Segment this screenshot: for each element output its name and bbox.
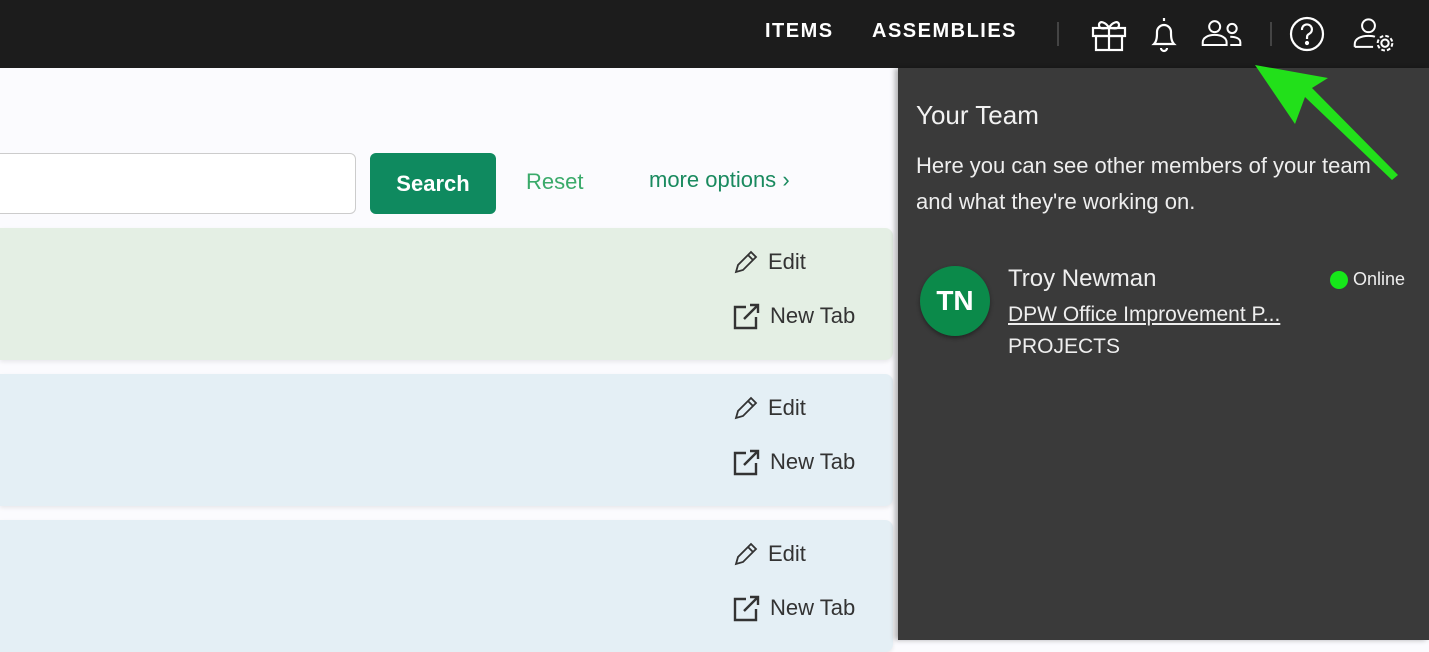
online-dot-icon (1330, 270, 1348, 289)
external-link-icon (733, 303, 760, 330)
more-options-link[interactable]: more options › (649, 167, 790, 193)
result-card: Edit New Tab (0, 374, 893, 506)
member-project-link[interactable]: DPW Office Improvement P... (1008, 303, 1280, 327)
search-button[interactable]: Search (370, 153, 496, 214)
edit-label: Edit (768, 249, 806, 274)
team-icon[interactable] (1200, 12, 1244, 56)
result-card: Edit New Tab (0, 520, 893, 652)
top-bar: ITEMS ASSEMBLIES (0, 0, 1429, 68)
member-project-type: PROJECTS (1008, 335, 1121, 358)
pencil-icon (734, 396, 758, 420)
divider (1057, 22, 1059, 46)
new-tab-button[interactable]: New Tab (732, 594, 855, 622)
bell-icon[interactable] (1142, 12, 1186, 56)
avatar: TN (920, 266, 990, 336)
user-settings-icon[interactable] (1352, 12, 1396, 56)
status-label: Online (1353, 269, 1406, 289)
new-tab-label: New Tab (770, 303, 856, 328)
new-tab-label: New Tab (770, 449, 856, 474)
chevron-right-icon: › (782, 167, 790, 192)
panel-title: Your Team (916, 100, 1039, 130)
new-tab-button[interactable]: New Tab (732, 302, 855, 330)
result-card: Edit New Tab (0, 228, 893, 360)
new-tab-label: New Tab (770, 595, 856, 620)
external-link-icon (733, 449, 760, 476)
status-badge: Online (1330, 269, 1405, 290)
pencil-icon (734, 250, 758, 274)
edit-button[interactable]: Edit (732, 248, 806, 276)
member-name: Troy Newman (1008, 265, 1157, 292)
nav-assemblies[interactable]: ASSEMBLIES (872, 20, 1017, 43)
nav-items[interactable]: ITEMS (765, 20, 834, 43)
edit-label: Edit (768, 395, 806, 420)
edit-button[interactable]: Edit (732, 540, 806, 568)
search-input[interactable] (0, 153, 356, 214)
annotation-arrow-icon (1255, 65, 1398, 180)
edit-button[interactable]: Edit (732, 394, 806, 422)
help-icon[interactable] (1285, 12, 1329, 56)
pencil-icon (734, 542, 758, 566)
divider (1270, 22, 1272, 46)
new-tab-button[interactable]: New Tab (732, 448, 855, 476)
edit-label: Edit (768, 541, 806, 566)
more-options-label: more options (649, 167, 777, 192)
gift-icon[interactable] (1087, 12, 1131, 56)
external-link-icon (733, 595, 760, 622)
reset-link[interactable]: Reset (526, 169, 583, 195)
